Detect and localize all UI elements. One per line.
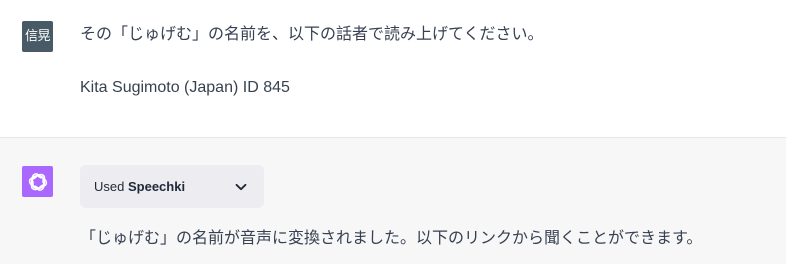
openai-logo-icon xyxy=(28,172,47,191)
plugin-used-label: Used Speechki xyxy=(94,179,185,194)
chevron-down-icon xyxy=(235,183,247,191)
user-avatar: 信晃 xyxy=(22,21,53,52)
plugin-used-toggle[interactable]: Used Speechki xyxy=(80,165,264,208)
user-message-line-1: その「じゅげむ」の名前を、以下の話者で読み上げてください。 xyxy=(80,24,544,43)
plugin-used-prefix: Used xyxy=(94,179,125,194)
plugin-name: Speechki xyxy=(127,179,186,194)
assistant-avatar xyxy=(22,166,53,197)
assistant-message-text: 「じゅげむ」の名前が音声に変換されました。以下のリンクから聞くことができます。 xyxy=(80,228,703,247)
user-message: 信晃 その「じゅげむ」の名前を、以下の話者で読み上げてください。 Kita Su… xyxy=(0,0,786,137)
user-message-line-2: Kita Sugimoto (Japan) ID 845 xyxy=(80,79,290,96)
